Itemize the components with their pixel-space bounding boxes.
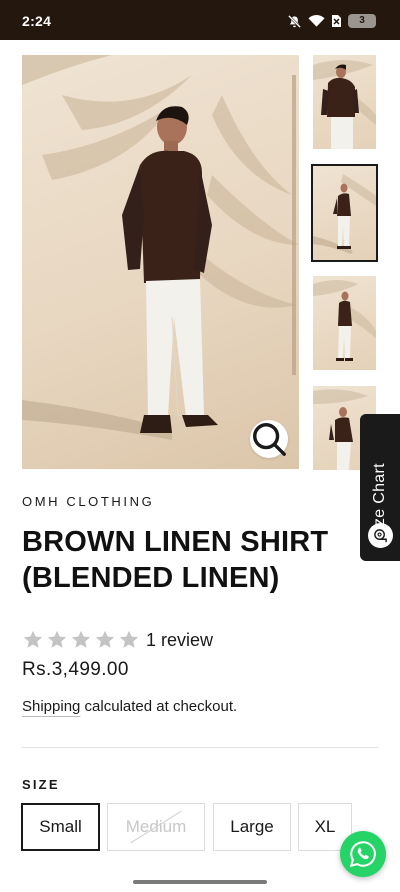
battery-indicator: 3	[348, 14, 376, 28]
whatsapp-icon	[349, 841, 376, 868]
star-icon	[24, 630, 42, 648]
shipping-link[interactable]: Shipping	[22, 698, 80, 715]
size-chart-tab[interactable]: Size Chart	[360, 414, 400, 561]
main-product-image[interactable]	[22, 55, 299, 469]
star-rating	[22, 629, 140, 651]
status-time: 2:24	[22, 13, 52, 29]
zoom-button[interactable]	[250, 420, 288, 458]
star-icon	[96, 630, 114, 648]
brand-name[interactable]: OMH CLOTHING	[22, 494, 154, 509]
search-icon	[253, 423, 286, 456]
shipping-note: Shipping calculated at checkout.	[22, 698, 237, 715]
thumbnail-2[interactable]	[311, 164, 378, 262]
sim-icon	[332, 15, 341, 27]
product-title: BROWN LINEN SHIRT (BLENDED LINEN)	[22, 526, 329, 594]
thumbnail-photo	[313, 174, 376, 254]
thumbnail-3[interactable]	[313, 276, 376, 370]
thumbnail-1[interactable]	[313, 55, 376, 149]
size-option-large[interactable]: Large	[213, 803, 291, 851]
status-bar: 2:24 3	[0, 0, 400, 40]
shipping-text: calculated at checkout.	[80, 698, 238, 715]
size-option-small[interactable]: Small	[21, 803, 100, 851]
size-heading: SIZE	[22, 777, 60, 792]
whatsapp-button[interactable]	[340, 831, 386, 877]
status-icons: 3	[287, 12, 376, 30]
mute-icon	[288, 14, 301, 28]
home-indicator[interactable]	[133, 880, 267, 884]
size-chart-label-wrap: Size Chart	[368, 463, 392, 541]
star-icon	[120, 630, 138, 648]
star-icon	[72, 630, 90, 648]
star-icon	[48, 630, 66, 648]
thumbnail-photo	[313, 280, 376, 361]
divider	[22, 747, 378, 748]
wifi-icon	[308, 15, 325, 27]
review-count[interactable]: 1 review	[146, 630, 213, 651]
product-price: Rs.3,499.00	[22, 659, 129, 680]
ruler-icon	[368, 523, 393, 548]
size-option-medium[interactable]: Medium	[107, 803, 205, 851]
thumbnail-photo	[313, 60, 376, 149]
rating[interactable]: 1 review	[22, 628, 213, 652]
product-photo	[22, 55, 299, 440]
